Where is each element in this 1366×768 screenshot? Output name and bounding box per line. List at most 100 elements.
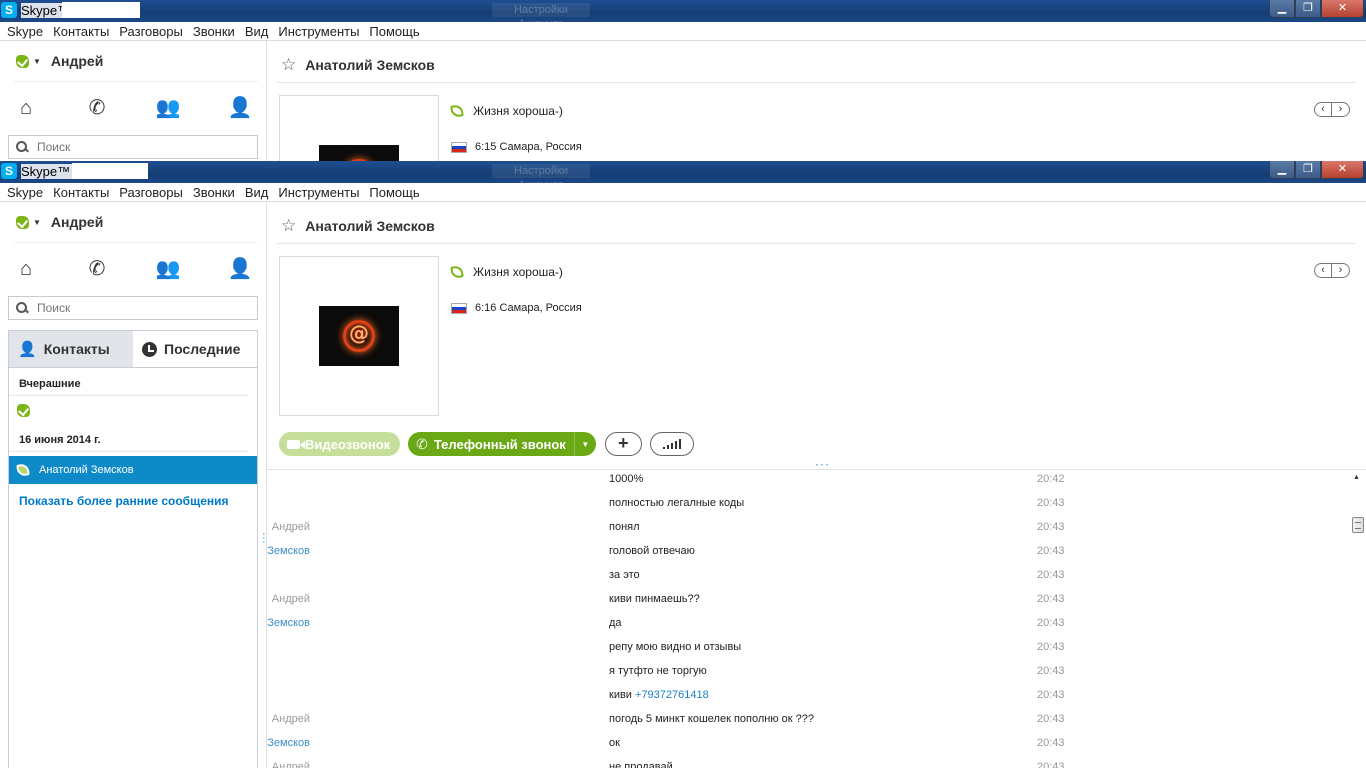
phone-call-button[interactable]: ✆ Телефонный звонок ▼ [408,432,596,456]
message-timestamp: 20:43 [1037,665,1065,677]
contact-location: 6:15 Самара, Россия [475,141,582,153]
tab-recent-label: Последние [164,341,241,357]
left-panel: ▼ Андрей ⌂ ✆ 👥 👤 [0,41,266,161]
message-text: киви +79372761418 [609,689,709,701]
video-call-button[interactable]: Видеозвонок [279,432,401,456]
group-icon[interactable]: 👥 [153,254,183,284]
call-action-bar: Видеозвонок ✆ Телефонный звонок ▼ + [279,432,694,456]
close-button[interactable]: ✕ [1321,161,1364,179]
chat-message: Андрей погодь 5 минкт кошелек пополню ок … [267,710,1350,734]
contact-status-leaf-icon [16,463,30,477]
message-body: понял [609,521,640,533]
maximize-button[interactable]: ❐ [1295,161,1321,179]
phone-number-link[interactable]: +79372761418 [635,689,709,701]
menu-view[interactable]: Вид [240,185,274,200]
message-timestamp: 20:42 [1037,473,1065,485]
user-status-row[interactable]: ▼ Андрей [0,41,266,81]
message-body: ок [609,737,620,749]
menu-bar: Skype Контакты Разговоры Звонки Вид Инст… [0,183,1366,202]
menu-conversations[interactable]: Разговоры [114,24,188,39]
message-sender[interactable]: Анатолий Земсков [267,545,310,557]
message-sender[interactable]: Андрей [267,593,310,605]
menu-contacts[interactable]: Контакты [48,185,114,200]
scroll-up-arrow[interactable]: ▲ [1353,474,1360,481]
profile-nav: ‹ › [1314,263,1350,278]
chat-message: киви +79372761418 20:43 [267,686,1350,710]
search-box[interactable] [8,296,258,320]
chevron-down-icon[interactable]: ▼ [573,432,596,456]
title-bar[interactable]: S Skype™ - Настройки Аккаунта ▁ ❐ ✕ [0,161,1366,191]
menu-conversations[interactable]: Разговоры [114,185,188,200]
contact-location: 6:16 Самара, Россия [475,302,582,314]
menu-calls[interactable]: Звонки [188,185,240,200]
tab-recent[interactable]: Последние [133,331,257,367]
close-button[interactable]: ✕ [1321,0,1364,18]
message-timestamp: 20:43 [1037,545,1065,557]
message-timestamp: 20:43 [1037,617,1065,629]
star-favorite-icon[interactable]: ☆ [281,216,296,236]
message-body: 1000% [609,473,644,485]
star-favorite-icon[interactable]: ☆ [281,55,296,75]
message-sender[interactable]: Андрей [267,521,310,533]
message-sender[interactable]: Анатолий Земсков [267,617,310,629]
prev-arrow-button[interactable]: ‹ [1314,263,1332,278]
chat-message: Андрей киви пинмаешь?? 20:43 [267,590,1350,614]
phone-icon[interactable]: ✆ [82,93,112,123]
chat-message: Анатолий Земсков головой отвечаю 20:43 [267,542,1350,566]
chat-message: полностью легалные коды 20:43 [267,494,1350,518]
menu-tools[interactable]: Инструменты [273,24,364,39]
chat-message: я тутфто не торгую 20:43 [267,662,1350,686]
video-camera-icon [287,439,305,449]
minimize-button[interactable]: ▁ [1269,161,1295,179]
recent-item[interactable] [9,396,257,424]
tab-contacts[interactable]: 👤 Контакты [9,331,133,367]
skype-logo-icon: S [1,163,17,179]
menu-view[interactable]: Вид [240,24,274,39]
contact-name: Анатолий Земсков [305,218,435,234]
menu-help[interactable]: Помощь [364,185,424,200]
menu-skype[interactable]: Skype [2,24,48,39]
message-body: не продавай [609,761,673,768]
message-sender[interactable]: Андрей [267,713,310,725]
search-input[interactable] [37,301,237,315]
recent-item-selected[interactable]: Анатолий Земсков [9,456,257,484]
call-quality-button[interactable] [649,432,694,456]
message-text: я тутфто не торгую [609,665,707,677]
search-box[interactable] [8,135,258,159]
user-name: Андрей [50,53,104,69]
user-status-row[interactable]: ▼ Андрей [0,202,266,242]
message-timestamp: 20:43 [1037,737,1065,749]
menu-contacts[interactable]: Контакты [48,24,114,39]
search-input[interactable] [37,140,237,154]
chevron-down-icon: ▼ [33,56,41,66]
message-sender[interactable]: Анатолий Земсков [267,737,310,749]
recent-item-name: Анатолий Земсков [39,464,134,476]
menu-tools[interactable]: Инструменты [273,185,364,200]
show-earlier-messages-link[interactable]: Показать более ранние сообщения [9,484,257,508]
menu-help[interactable]: Помощь [364,24,424,39]
phone-icon[interactable]: ✆ [82,254,112,284]
left-panel: ▼ Андрей ⌂ ✆ 👥 👤 👤 Контакты Последние В [0,202,266,768]
add-contact-icon[interactable]: 👤 [225,93,255,123]
home-icon[interactable]: ⌂ [11,254,41,284]
menu-calls[interactable]: Звонки [188,24,240,39]
home-icon[interactable]: ⌂ [11,93,41,123]
add-button[interactable]: + [604,432,642,456]
prev-arrow-button[interactable]: ‹ [1314,102,1332,117]
add-contact-icon[interactable]: 👤 [225,254,255,284]
ghost-window-title: Настройки Аккаунта [492,3,590,30]
menu-skype[interactable]: Skype [2,185,48,200]
chat-scrollbar[interactable]: ▲ [1350,470,1366,768]
maximize-button[interactable]: ❐ [1295,0,1321,18]
contact-mood: Жизня хороша-) [473,265,563,279]
title-bar[interactable]: S Skype™ Настройки Аккаунта ▁ ❐ ✕ [0,0,1366,30]
message-timestamp: 20:43 [1037,713,1065,725]
group-icon[interactable]: 👥 [153,93,183,123]
next-arrow-button[interactable]: › [1332,263,1350,278]
search-icon [16,302,28,314]
message-sender[interactable]: Андрей [267,761,310,768]
message-body: репу мою видно и отзывы [609,641,742,653]
scrollbar-thumb[interactable] [1352,517,1364,533]
minimize-button[interactable]: ▁ [1269,0,1295,18]
next-arrow-button[interactable]: › [1332,102,1350,117]
